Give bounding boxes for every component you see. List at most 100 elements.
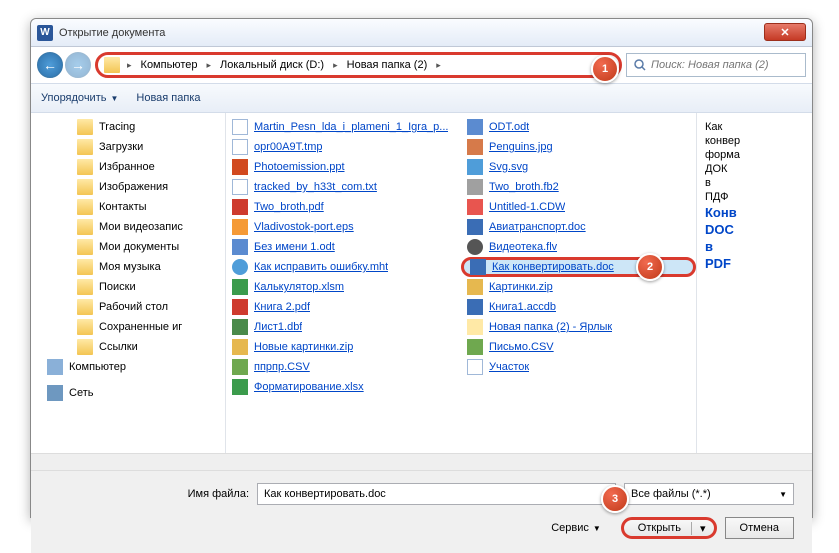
cancel-button[interactable]: Отмена (725, 517, 794, 539)
sidebar-item[interactable]: Загрузки (31, 137, 225, 157)
file-icon (467, 179, 483, 195)
preview-line: Конв (705, 205, 778, 220)
file-item[interactable]: Форматирование.xlsx (226, 377, 461, 397)
file-item[interactable]: Картинки.zip (461, 277, 696, 297)
back-button[interactable]: ← (37, 52, 63, 78)
sidebar-item[interactable]: Рабочий стол (31, 297, 225, 317)
file-item[interactable]: Книга 2.pdf (226, 297, 461, 317)
file-icon (470, 259, 486, 275)
file-icon (467, 359, 483, 375)
file-item[interactable]: Two_broth.fb2 (461, 177, 696, 197)
file-icon (232, 359, 248, 375)
file-item[interactable]: Авиатранспорт.doc (461, 217, 696, 237)
preview-line: форма (705, 149, 778, 161)
folder-icon (77, 239, 93, 255)
breadcrumb[interactable]: Компьютер Локальный диск (D:) Новая папк… (95, 52, 622, 78)
file-item[interactable]: Новые картинки.zip (226, 337, 461, 357)
sidebar-item[interactable]: Мои видеозапис (31, 217, 225, 237)
sidebar-computer[interactable]: Компьютер (31, 357, 225, 377)
tools-menu[interactable]: Сервис ▼ (551, 522, 601, 534)
toolbar: Упорядочить ▼ Новая папка (31, 83, 812, 113)
preview-line: в (705, 239, 778, 254)
sidebar-item[interactable]: Контакты (31, 197, 225, 217)
search-input[interactable] (651, 59, 799, 71)
file-item[interactable]: Видеотека.flv (461, 237, 696, 257)
sidebar-item[interactable]: Поиски (31, 277, 225, 297)
body-area: TracingЗагрузкиИзбранноеИзображенияКонта… (31, 113, 812, 453)
sidebar-item[interactable]: Мои документы (31, 237, 225, 257)
file-icon (467, 279, 483, 295)
folder-icon (77, 179, 93, 195)
folder-icon (77, 219, 93, 235)
preview-line: в (705, 177, 778, 189)
file-icon (232, 339, 248, 355)
preview-line: конвер (705, 135, 778, 147)
network-icon (47, 385, 63, 401)
open-button[interactable]: Открыть (621, 517, 717, 539)
preview-line: ПДФ (705, 191, 778, 203)
folder-icon (77, 319, 93, 335)
folder-icon (77, 159, 93, 175)
file-item[interactable]: ODT.odt (461, 117, 696, 137)
file-item[interactable]: tracked_by_h33t_com.txt (226, 177, 461, 197)
word-icon: W (37, 25, 53, 41)
file-icon (232, 279, 248, 295)
breadcrumb-item[interactable]: Локальный диск (D:) (218, 59, 326, 71)
file-item[interactable]: Без имени 1.odt (226, 237, 461, 257)
file-icon (232, 319, 248, 335)
file-icon (232, 139, 248, 155)
file-item[interactable]: Новая папка (2) - Ярлык (461, 317, 696, 337)
file-item[interactable]: ппрпр.CSV (226, 357, 461, 377)
forward-button[interactable]: → (65, 52, 91, 78)
sidebar-item[interactable]: Сохраненные иг (31, 317, 225, 337)
file-icon (232, 259, 248, 275)
file-item[interactable]: Untitled-1.CDW (461, 197, 696, 217)
file-icon (467, 299, 483, 315)
file-item[interactable]: Калькулятор.xlsm (226, 277, 461, 297)
file-item[interactable]: Martin_Pesn_lda_i_plameni_1_Igra_p... (226, 117, 461, 137)
sidebar-item[interactable]: Изображения (31, 177, 225, 197)
computer-icon (47, 359, 63, 375)
sidebar-item[interactable]: Ссылки (31, 337, 225, 357)
sidebar-item[interactable]: Tracing (31, 117, 225, 137)
file-icon (467, 159, 483, 175)
file-icon (467, 339, 483, 355)
open-file-dialog: W Открытие документа ✕ ← → Компьютер Лок… (30, 18, 813, 518)
file-item[interactable]: Photoemission.ppt (226, 157, 461, 177)
file-item[interactable]: opr00A9T.tmp (226, 137, 461, 157)
breadcrumb-item[interactable]: Компьютер (139, 59, 200, 71)
file-icon (232, 179, 248, 195)
search-box[interactable] (626, 53, 806, 77)
file-item[interactable]: Svg.svg (461, 157, 696, 177)
file-icon (467, 199, 483, 215)
filename-input[interactable] (257, 483, 616, 505)
file-icon (232, 199, 248, 215)
folder-icon (77, 259, 93, 275)
file-icon (232, 299, 248, 315)
file-item[interactable]: Vladivostok-port.eps (226, 217, 461, 237)
filename-label: Имя файла: (49, 488, 249, 500)
file-item[interactable]: Как исправить ошибку.mht (226, 257, 461, 277)
annotation-badge-3: 3 (601, 485, 629, 513)
sidebar-network[interactable]: Сеть (31, 383, 225, 403)
new-folder-button[interactable]: Новая папка (136, 92, 200, 104)
file-icon (467, 119, 483, 135)
file-item[interactable]: Two_broth.pdf (226, 197, 461, 217)
file-item[interactable]: Письмо.CSV (461, 337, 696, 357)
file-item[interactable]: Лист1.dbf (226, 317, 461, 337)
folder-icon (77, 199, 93, 215)
preview-line: ДОК (705, 163, 778, 175)
horizontal-scrollbar[interactable] (31, 453, 812, 470)
sidebar-item[interactable]: Избранное (31, 157, 225, 177)
file-item[interactable]: Книга1.accdb (461, 297, 696, 317)
file-list: Martin_Pesn_lda_i_plameni_1_Igra_p...opr… (226, 113, 812, 453)
file-item[interactable]: Участок (461, 357, 696, 377)
file-filter-select[interactable]: Все файлы (*.*)▼ (624, 483, 794, 505)
organize-menu[interactable]: Упорядочить ▼ (41, 92, 118, 104)
folder-icon (77, 339, 93, 355)
file-item[interactable]: Penguins.jpg (461, 137, 696, 157)
sidebar-item[interactable]: Моя музыка (31, 257, 225, 277)
file-icon (467, 219, 483, 235)
close-button[interactable]: ✕ (764, 23, 806, 41)
breadcrumb-item[interactable]: Новая папка (2) (345, 59, 430, 71)
